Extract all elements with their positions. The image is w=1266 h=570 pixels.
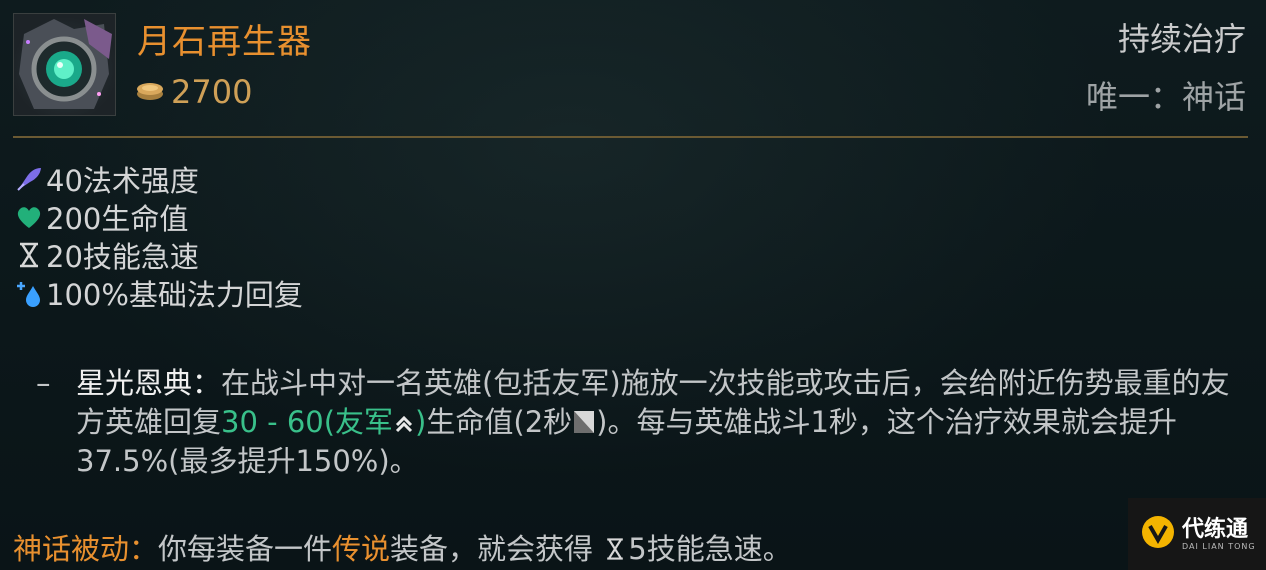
watermark-brand: 代练通 (1182, 516, 1249, 542)
mana-regen-icon (14, 278, 44, 308)
item-price: 2700 (135, 72, 252, 112)
mythic-label: 神话被动： (13, 532, 159, 566)
stat-mana-regen: 100%基础法力回复 (14, 274, 303, 312)
divider (13, 136, 1248, 138)
ability-power-icon (14, 164, 44, 194)
item-tag-unique: 唯一：神话 (1085, 78, 1246, 116)
stat-ability-haste: 20技能急速 (14, 236, 303, 274)
stats-list: 40法术强度 200生命值 20技能急速 100%基础法力回复 (14, 160, 303, 312)
passive-name: 星光恩典： (76, 366, 222, 400)
gold-icon (135, 78, 165, 106)
item-tag-category: 持续治疗 (1117, 20, 1246, 58)
passive-description: – 星光恩典：在战斗中对一名英雄(包括友军)施放一次技能或攻击后，会给附近伤势最… (36, 364, 1236, 481)
item-name: 月石再生器 (137, 22, 312, 62)
mythic-passive: 神话被动：你每装备一件传说装备，就会获得 5技能急速。 (13, 526, 792, 568)
stat-text: 40法术强度 (46, 164, 199, 198)
watermark-sub: DAI LIAN TONG (1182, 541, 1256, 551)
mythic-text-1: 你每装备一件 (158, 532, 333, 566)
ally-scaling-icon (393, 405, 415, 439)
duration-icon (572, 405, 596, 439)
logo-icon (1140, 514, 1176, 554)
price-value: 2700 (171, 73, 253, 111)
stat-health: 200生命值 (14, 198, 303, 236)
item-icon (13, 13, 116, 116)
watermark-logo: 代练通 DAI LIAN TONG (1128, 498, 1266, 570)
stat-ability-power: 40法术强度 (14, 160, 303, 198)
passive-heal-close: ) (415, 405, 427, 439)
hourglass-icon (14, 240, 44, 270)
hourglass-icon (602, 532, 628, 566)
health-icon (14, 202, 44, 232)
mythic-highlight: 传说 (332, 532, 391, 566)
bullet-dash: – (36, 366, 51, 400)
mythic-text-2: 装备，就会获得 (390, 532, 603, 566)
passive-heal-value: 30 - 60(友军 (221, 405, 394, 439)
stat-text: 20技能急速 (46, 240, 199, 274)
mythic-text-3: 5技能急速。 (628, 532, 792, 566)
passive-text-2: 生命值(2秒 (426, 405, 573, 439)
stat-text: 200生命值 (46, 202, 189, 236)
stat-text: 100%基础法力回复 (46, 278, 303, 312)
